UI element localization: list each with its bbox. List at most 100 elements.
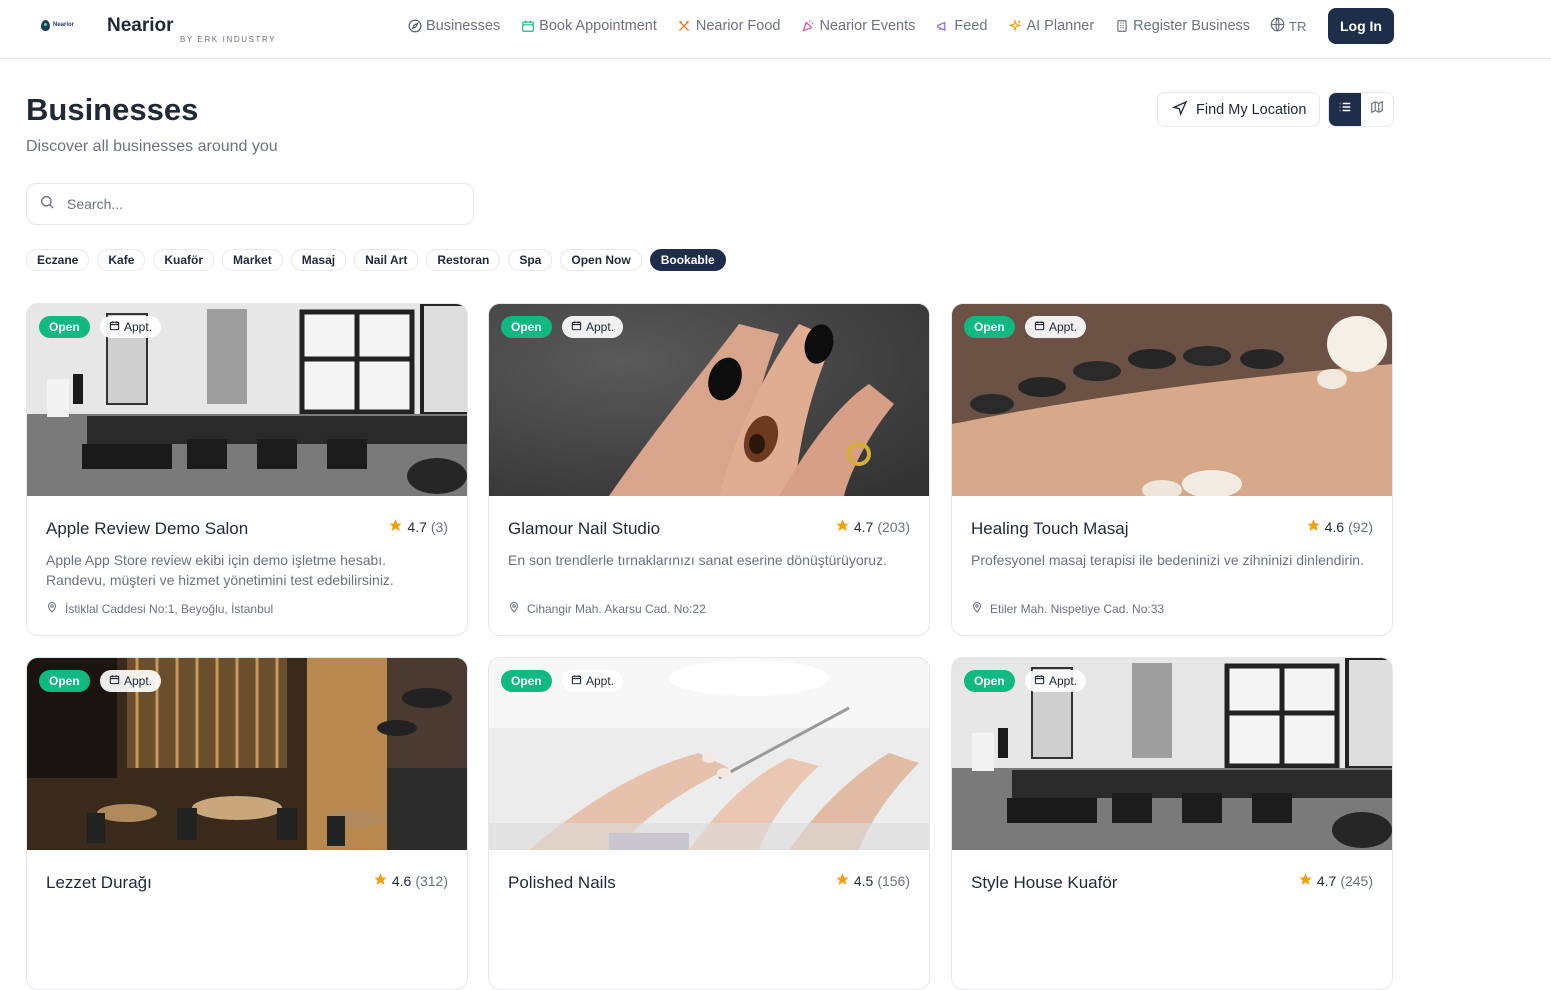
appointment-badge: Appt.	[1025, 670, 1087, 692]
megaphone-icon	[935, 19, 950, 34]
business-name[interactable]: Glamour Nail Studio	[508, 519, 660, 539]
find-location-label: Find My Location	[1196, 101, 1307, 118]
filter-chip-market[interactable]: Market	[222, 249, 283, 271]
calendar-icon	[571, 320, 582, 334]
rating-value: 4.5	[853, 873, 874, 889]
filter-chip-restoran[interactable]: Restoran	[426, 249, 501, 271]
business-card[interactable]: Open Appt. Apple Review Demo Salon 4.7 (…	[26, 303, 468, 636]
business-card[interactable]: Open Appt. Polished Nails 4.5 (156)	[488, 657, 930, 990]
calendar-icon	[109, 674, 120, 688]
find-location-button[interactable]: Find My Location	[1157, 92, 1320, 127]
star-icon	[388, 518, 403, 536]
business-name[interactable]: Healing Touch Masaj	[971, 519, 1129, 539]
nav-feed[interactable]: Feed	[935, 18, 987, 34]
appointment-badge: Appt.	[562, 670, 624, 692]
login-button[interactable]: Log In	[1328, 8, 1394, 44]
business-rating: 4.7 (3)	[388, 518, 448, 536]
business-card[interactable]: Open Appt. Style House Kuaför 4.7 (245)	[951, 657, 1393, 990]
business-photo-manicure	[489, 658, 929, 850]
calendar-icon	[1034, 674, 1045, 688]
business-address: Cihangir Mah. Akarsu Cad. No:22	[508, 601, 706, 617]
open-badge: Open	[964, 316, 1015, 338]
appointment-badge: Appt.	[1025, 316, 1087, 338]
open-badge: Open	[964, 670, 1015, 692]
business-card[interactable]: Open Appt. Glamour Nail Studio 4.7 (203)…	[488, 303, 930, 636]
appointment-badge: Appt.	[100, 670, 162, 692]
open-badge: Open	[39, 316, 90, 338]
nav-ai-planner[interactable]: AI Planner	[1007, 18, 1094, 34]
search-icon	[39, 194, 55, 215]
business-name[interactable]: Lezzet Durağı	[46, 873, 152, 893]
appointment-badge-label: Appt.	[586, 320, 615, 334]
filter-chip-masaj[interactable]: Masaj	[290, 249, 347, 271]
nav-book-appointment[interactable]: Book Appointment	[520, 18, 657, 34]
appointment-badge-label: Appt.	[1049, 320, 1078, 334]
calendar-icon	[520, 19, 535, 34]
business-rating: 4.7 (203)	[835, 518, 910, 536]
business-address: Etiler Mah. Nispetiye Cad. No:33	[971, 601, 1164, 617]
rating-count: (3)	[430, 519, 448, 535]
nav-links: Businesses Book Appointment Nearior Food…	[407, 17, 1306, 35]
map-pin-icon	[508, 601, 520, 617]
brand-logo[interactable]: Nearior	[31, 11, 87, 39]
appointment-badge-label: Appt.	[586, 674, 615, 688]
business-name[interactable]: Polished Nails	[508, 873, 616, 893]
appointment-badge: Appt.	[100, 316, 162, 338]
nav-label: Nearior Events	[819, 18, 916, 34]
nav-register-business[interactable]: Register Business	[1114, 18, 1250, 34]
appointment-badge-label: Appt.	[124, 674, 153, 688]
business-name[interactable]: Style House Kuaför	[971, 873, 1117, 893]
language-switcher[interactable]: TR	[1270, 17, 1306, 35]
rating-value: 4.7	[1316, 873, 1337, 889]
open-badge: Open	[501, 316, 552, 338]
rating-count: (245)	[1340, 873, 1373, 889]
open-badge: Open	[501, 670, 552, 692]
nav-businesses[interactable]: Businesses	[407, 18, 500, 34]
sparkles-icon	[1007, 19, 1022, 34]
building-icon	[1114, 19, 1129, 34]
business-description: Profesyonel masaj terapisi ile bedeniniz…	[971, 552, 1364, 568]
filter-chip-kafe[interactable]: Kafe	[97, 249, 146, 271]
filter-chip-open-now[interactable]: Open Now	[560, 249, 642, 271]
filter-chip-nail-art[interactable]: Nail Art	[354, 249, 419, 271]
nav-label: AI Planner	[1026, 18, 1095, 34]
filter-chip-eczane[interactable]: Eczane	[26, 249, 90, 271]
business-card[interactable]: Open Appt. Healing Touch Masaj 4.6 (92) …	[951, 303, 1393, 636]
rating-count: (92)	[1348, 519, 1373, 535]
business-name[interactable]: Apple Review Demo Salon	[46, 519, 248, 539]
business-photo-restaurant	[27, 658, 467, 850]
page-title: Businesses	[26, 92, 199, 127]
calendar-icon	[571, 674, 582, 688]
filter-chip-kuafor[interactable]: Kuaför	[153, 249, 215, 271]
brand-subtitle: BY ERK INDUSTRY	[180, 35, 277, 44]
business-photo-salon	[27, 304, 467, 496]
map-view-button[interactable]	[1361, 93, 1393, 126]
nav-label: Feed	[954, 18, 988, 34]
nav-label: Book Appointment	[539, 18, 657, 34]
appointment-badge-label: Appt.	[124, 320, 153, 334]
view-toggle	[1328, 92, 1394, 127]
rating-value: 4.7	[407, 519, 427, 535]
business-rating: 4.6 (312)	[373, 872, 448, 890]
business-rating: 4.7 (245)	[1298, 872, 1373, 890]
map-pin-logo-icon	[41, 19, 50, 31]
search-input[interactable]	[67, 196, 447, 212]
business-address: İstiklal Caddesi No:1, Beyoğlu, İstanbul	[46, 601, 273, 617]
nav-nearior-food[interactable]: Nearior Food	[677, 18, 781, 34]
list-view-button[interactable]	[1329, 93, 1361, 126]
globe-icon	[1270, 17, 1285, 35]
compass-icon	[407, 19, 422, 34]
rating-count: (203)	[877, 519, 910, 535]
star-icon	[1306, 518, 1321, 536]
appointment-badge: Appt.	[562, 316, 624, 338]
calendar-icon	[1034, 320, 1045, 334]
brand-name[interactable]: Nearior	[107, 15, 174, 37]
filter-chip-spa[interactable]: Spa	[508, 249, 553, 271]
nav-label: Nearior Food	[695, 18, 781, 34]
nav-nearior-events[interactable]: Nearior Events	[800, 18, 915, 34]
utensils-icon	[677, 19, 692, 34]
business-card[interactable]: Open Appt. Lezzet Durağı 4.6 (312)	[26, 657, 468, 990]
filter-chip-bookable[interactable]: Bookable	[649, 249, 726, 271]
rating-value: 4.7	[853, 519, 874, 535]
map-icon	[1370, 100, 1384, 119]
